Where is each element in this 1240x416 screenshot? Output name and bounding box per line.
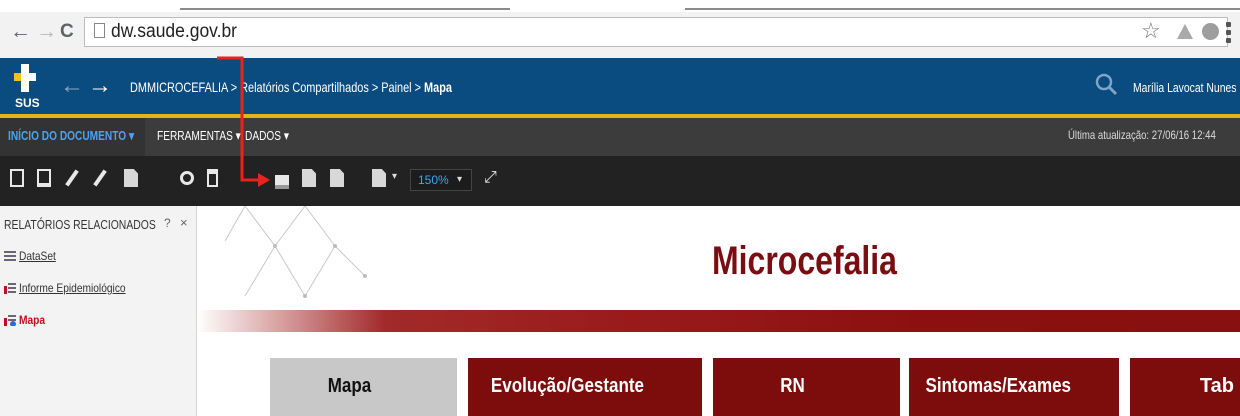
report-title: Microcefalia [712, 239, 897, 283]
tab-tab[interactable]: Tab [1130, 358, 1240, 416]
drive-extension-icon[interactable] [1177, 24, 1193, 39]
tab-strip [0, 0, 1240, 12]
tab-label-sintomas[interactable]: Sintomas/Exames [909, 375, 1088, 398]
toolbar: ▾ 150% ▾ ⤢ [0, 156, 1240, 206]
user-name[interactable]: Marília Lavocat Nunes [1133, 80, 1236, 95]
report-label-mapa[interactable]: Mapa [19, 313, 45, 327]
layout-icon[interactable] [372, 169, 386, 187]
browser-menu-icon[interactable] [1226, 22, 1231, 46]
panel-title: RELATÓRIOS RELACIONADOS [4, 217, 156, 232]
tab-label-tab[interactable]: Tab [1130, 375, 1234, 398]
tab-evolucao-gestante[interactable]: Evolução/Gestante [468, 358, 702, 416]
save-icon[interactable] [10, 169, 24, 187]
chevron-down-icon: ▾ [457, 174, 463, 185]
export-icon[interactable] [330, 169, 344, 187]
decorative-network-graphic [225, 206, 367, 298]
app-header: SUS ← → DMMICROCEFALIA > Relatórios Comp… [0, 58, 1240, 118]
expand-icon[interactable]: ⤢ [484, 169, 497, 187]
breadcrumb[interactable]: DMMICROCEFALIA > Relatórios Compartilhad… [130, 79, 452, 95]
last-updated: Última atualização: 27/06/16 12:44 [1068, 128, 1216, 142]
present-icon[interactable] [37, 169, 51, 187]
printer-icon[interactable] [302, 169, 316, 187]
document-icon[interactable] [124, 169, 138, 187]
browser-toolbar: ← → C dw.saude.gov.br ☆ [0, 0, 1240, 59]
breadcrumb-current: Mapa [424, 79, 452, 95]
menu-inicio[interactable]: INÍCIO DO DOCUMENTO ▾ [8, 128, 134, 144]
edit-icon[interactable] [65, 169, 79, 187]
sus-logo-icon[interactable] [14, 64, 36, 94]
url-text[interactable]: dw.saude.gov.br [111, 21, 237, 43]
back-arrow-icon[interactable]: ← [60, 72, 84, 100]
layout-caret-icon[interactable]: ▾ [392, 171, 397, 182]
tab-rn[interactable]: RN [713, 358, 900, 416]
browser-forward-icon[interactable]: → [36, 20, 57, 44]
tab-mapa[interactable]: Mapa [270, 358, 457, 416]
forward-arrow-icon[interactable]: → [88, 72, 112, 100]
bookmark-icon[interactable] [207, 169, 218, 187]
tab-sintomas-exames[interactable]: Sintomas/Exames [909, 358, 1119, 416]
title-underline-bar [197, 310, 1240, 332]
help-icon[interactable]: ? [164, 216, 171, 230]
tab-edge-left [180, 8, 510, 10]
zoom-select[interactable]: 150% ▾ [410, 169, 472, 191]
page-icon [94, 23, 105, 38]
menu-ferramentas[interactable]: FERRAMENTAS ▾ [157, 128, 241, 144]
close-icon[interactable]: × [180, 215, 188, 230]
address-bar[interactable]: dw.saude.gov.br ☆ [84, 17, 1228, 47]
related-reports-panel: RELATÓRIOS RELACIONADOS ? × DataSet Info… [0, 206, 197, 416]
zoom-value: 150% [418, 173, 449, 187]
report-map-icon [4, 315, 16, 326]
menu-bar: INÍCIO DO DOCUMENTO ▾ FERRAMENTAS ▾ DADO… [0, 118, 1240, 156]
breadcrumb-path[interactable]: DMMICROCEFALIA > Relatórios Compartilhad… [130, 79, 424, 95]
report-icon [4, 283, 16, 294]
menu-dados[interactable]: DADOS ▾ [245, 128, 289, 144]
report-canvas: Microcefalia Mapa Evolução/Gestante RN S… [197, 206, 1240, 416]
report-label-dataset[interactable]: DataSet [19, 249, 56, 263]
search-icon[interactable] [1093, 71, 1121, 99]
edit-alt-icon[interactable] [93, 169, 107, 187]
tab-label-evolucao[interactable]: Evolução/Gestante [468, 375, 667, 398]
report-label-informe[interactable]: Informe Epidemiológico [19, 281, 126, 295]
browser-back-icon[interactable]: ← [10, 20, 31, 44]
print-icon[interactable] [275, 171, 289, 189]
tab-label-rn[interactable]: RN [713, 375, 872, 398]
tab-label-mapa[interactable]: Mapa [270, 375, 429, 398]
tab-edge-right [685, 8, 1240, 10]
dataset-icon [4, 251, 16, 261]
bookmark-star-icon[interactable]: ☆ [1141, 18, 1161, 44]
extension-icon[interactable] [1202, 23, 1219, 40]
settings-doc-icon[interactable] [180, 171, 194, 185]
reload-icon[interactable]: C [60, 20, 74, 44]
sus-logo-text: SUS [15, 96, 40, 110]
